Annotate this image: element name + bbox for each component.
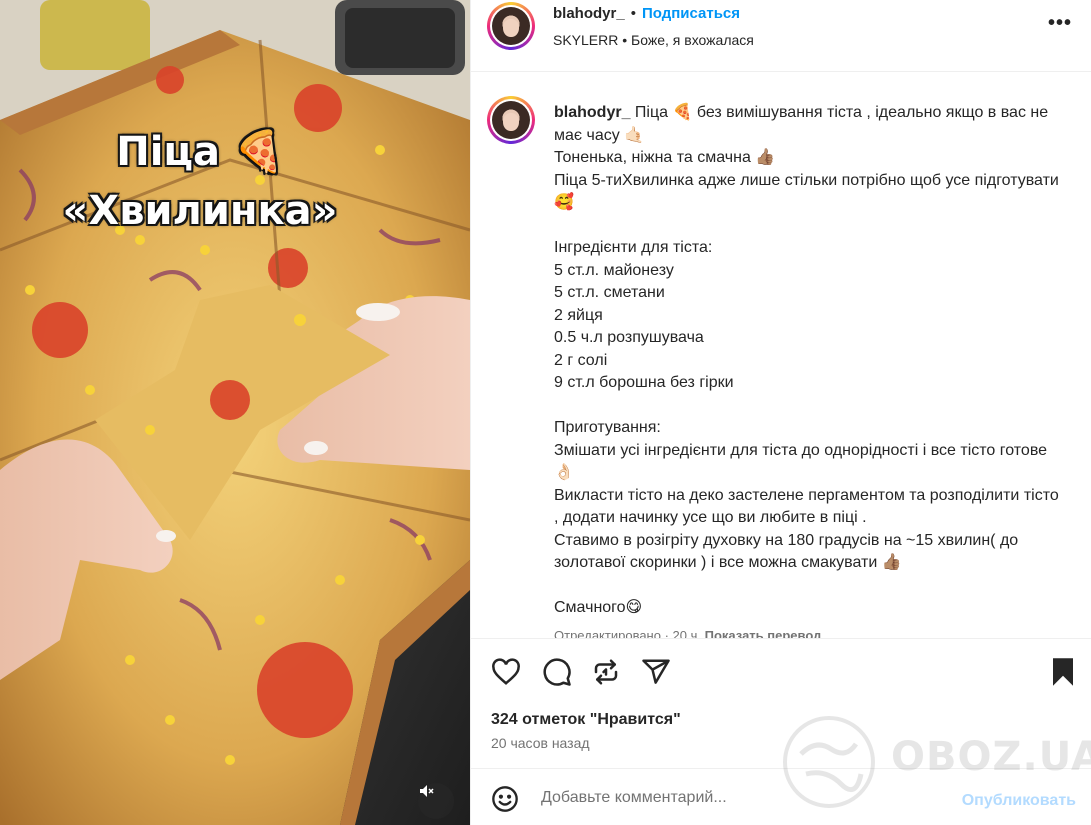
instagram-post-view: Піца 🍕 «Хвилинка» blahodyr_ • Подписаться … [0, 0, 1091, 825]
pizza-photo [0, 0, 470, 825]
avatar[interactable] [487, 2, 535, 50]
share-icon[interactable] [641, 657, 673, 689]
more-options-icon[interactable]: ••• [1048, 12, 1072, 35]
post-header: blahodyr_ • Подписаться SKYLERR • Боже, я … [471, 0, 1091, 72]
audio-separator: • [622, 32, 628, 48]
audio-line[interactable]: SKYLERR • Боже, я вхожалася [553, 32, 754, 48]
audio-title[interactable]: Боже, я вхожалася [631, 32, 754, 48]
follow-button[interactable]: Подписаться [642, 5, 740, 22]
post-media[interactable]: Піца 🍕 «Хвилинка» [0, 0, 470, 825]
post-timestamp[interactable]: 20 часов назад [491, 735, 590, 751]
edited-label: Отредактировано · 20 ч. [554, 628, 701, 638]
caption-meta: Отредактировано · 20 ч. Показать перевод [554, 628, 821, 638]
post-caption: blahodyr_ Піца 🍕 без вимішування тіста ,… [554, 102, 1064, 620]
emoji-icon[interactable] [491, 785, 519, 818]
repost-icon[interactable] [591, 657, 623, 689]
comment-bar: Опубликовать [471, 768, 1091, 825]
header-separator: • [630, 5, 636, 22]
post-details-panel: blahodyr_ • Подписаться SKYLERR • Боже, я … [470, 0, 1091, 825]
comments-scroll-area[interactable]: blahodyr_ Піца 🍕 без вимішування тіста ,… [471, 72, 1091, 638]
media-overlay-title: Піца 🍕 [116, 129, 284, 175]
comment-input[interactable] [541, 787, 941, 809]
publish-button[interactable]: Опубликовать [962, 792, 1076, 810]
bookmark-icon[interactable] [1049, 657, 1081, 689]
caption-username[interactable]: blahodyr_ [554, 104, 630, 121]
likes-count[interactable]: 324 отметок "Нравится" [491, 711, 681, 729]
header-username[interactable]: blahodyr_ [553, 5, 625, 22]
media-overlay-subtitle: «Хвилинка» [62, 188, 338, 234]
caption-text: Піца 🍕 без вимішування тіста , ідеально … [554, 104, 1059, 616]
action-bar: 324 отметок "Нравится" 20 часов назад [471, 638, 1091, 768]
mute-button[interactable] [418, 783, 454, 819]
header-user-line: blahodyr_ • Подписаться [553, 5, 740, 22]
translate-link[interactable]: Показать перевод [705, 628, 822, 638]
heart-icon[interactable] [491, 657, 523, 689]
caption-avatar[interactable] [487, 96, 535, 144]
comment-icon[interactable] [542, 657, 574, 689]
audio-artist[interactable]: SKYLERR [553, 32, 618, 48]
